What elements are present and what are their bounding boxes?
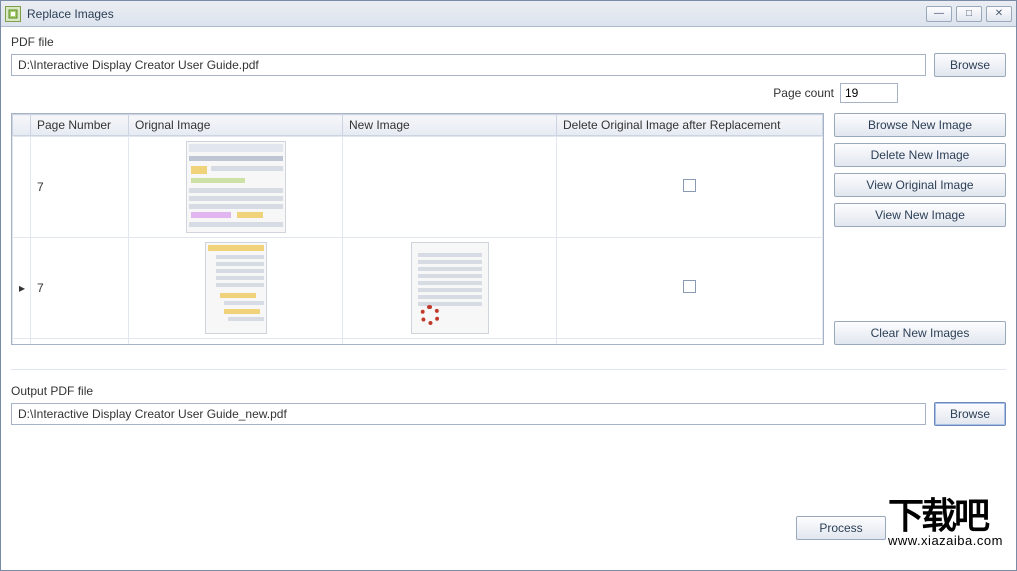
- cell-page-number: 7: [31, 238, 129, 339]
- window: Replace Images — □ ✕ PDF file Browse Pag…: [0, 0, 1017, 571]
- col-page-number[interactable]: Page Number: [31, 115, 129, 136]
- cell-delete-after: [557, 339, 823, 345]
- app-icon: [5, 6, 21, 22]
- col-new-image[interactable]: New Image: [343, 115, 557, 136]
- ring-icon: [420, 305, 440, 325]
- maximize-button[interactable]: □: [956, 6, 982, 22]
- row-indicator: ▸: [13, 238, 31, 339]
- row-indicator: [13, 137, 31, 238]
- delete-checkbox[interactable]: [683, 280, 696, 293]
- clear-new-images-button[interactable]: Clear New Images: [834, 321, 1006, 345]
- pdf-file-input[interactable]: [11, 54, 926, 76]
- view-new-image-button[interactable]: View New Image: [834, 203, 1006, 227]
- page-count-label: Page count: [773, 86, 834, 100]
- cell-new-image: [343, 339, 557, 345]
- cell-original-image: [129, 238, 343, 339]
- output-pdf-input[interactable]: [11, 403, 926, 425]
- window-controls: — □ ✕: [926, 6, 1012, 22]
- grid-header: Page Number Orignal Image New Image Dele…: [12, 114, 823, 136]
- page-count-row: Page count: [11, 83, 898, 103]
- side-buttons: Browse New Image Delete New Image View O…: [834, 113, 1006, 345]
- table-row[interactable]: 7: [13, 137, 823, 238]
- row-indicator: [13, 339, 31, 345]
- titlebar: Replace Images — □ ✕: [1, 1, 1016, 27]
- divider: [11, 369, 1006, 370]
- content: PDF file Browse Page count Page Number O…: [1, 27, 1016, 550]
- cell-page-number: [31, 339, 129, 345]
- output-pdf-label: Output PDF file: [11, 384, 1006, 398]
- output-pdf-row: Browse: [11, 402, 1006, 426]
- new-thumbnail: [411, 242, 489, 334]
- mid-area: Page Number Orignal Image New Image Dele…: [11, 113, 1006, 345]
- grid-scroll[interactable]: 7: [12, 136, 823, 344]
- process-button[interactable]: Process: [796, 516, 886, 540]
- cell-original-image: [129, 339, 343, 345]
- table-row[interactable]: [13, 339, 823, 345]
- close-button[interactable]: ✕: [986, 6, 1012, 22]
- window-title: Replace Images: [27, 7, 926, 21]
- table-row[interactable]: ▸ 7: [13, 238, 823, 339]
- footer: Process: [11, 516, 1006, 540]
- col-indicator[interactable]: [13, 115, 31, 136]
- cell-new-image: [343, 238, 557, 339]
- pdf-file-row: Browse: [11, 53, 1006, 77]
- col-original-image[interactable]: Orignal Image: [129, 115, 343, 136]
- cell-page-number: 7: [31, 137, 129, 238]
- col-delete-after[interactable]: Delete Original Image after Replacement: [557, 115, 823, 136]
- page-count-input[interactable]: [840, 83, 898, 103]
- image-grid: Page Number Orignal Image New Image Dele…: [11, 113, 824, 345]
- cell-original-image: [129, 137, 343, 238]
- cell-delete-after: [557, 137, 823, 238]
- browse-new-image-button[interactable]: Browse New Image: [834, 113, 1006, 137]
- browse-output-button[interactable]: Browse: [934, 402, 1006, 426]
- cell-new-image: [343, 137, 557, 238]
- cell-delete-after: [557, 238, 823, 339]
- minimize-button[interactable]: —: [926, 6, 952, 22]
- delete-checkbox[interactable]: [683, 179, 696, 192]
- original-thumbnail: [205, 242, 267, 334]
- side-spacer: [834, 233, 1006, 315]
- pdf-file-label: PDF file: [11, 35, 1006, 49]
- browse-pdf-button[interactable]: Browse: [934, 53, 1006, 77]
- delete-new-image-button[interactable]: Delete New Image: [834, 143, 1006, 167]
- original-thumbnail: [186, 141, 286, 233]
- view-original-image-button[interactable]: View Original Image: [834, 173, 1006, 197]
